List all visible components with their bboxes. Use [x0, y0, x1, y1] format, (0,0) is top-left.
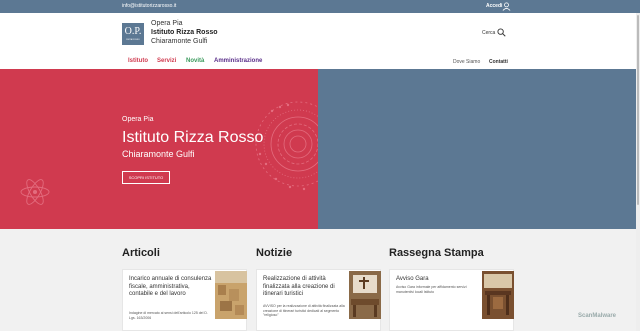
main-nav: Istituto Servizi Novità Amministrazione …: [0, 55, 640, 69]
hero-place: Chiaramonte Gulfi: [122, 149, 195, 159]
brand-line-2[interactable]: Istituto Rizza Rosso: [151, 29, 218, 36]
card-title[interactable]: Realizzazione di attività finalizzata al…: [263, 276, 347, 299]
section-title-articoli[interactable]: Articoli: [122, 247, 160, 259]
hero-image-area: [318, 69, 636, 229]
site-header: O.P. RIZZA ROSSO Opera Pia Istituto Rizz…: [0, 13, 640, 55]
card-title[interactable]: Avviso Gara: [396, 276, 480, 284]
press-card[interactable]: Avviso Gara Avviso Gara informale per af…: [389, 269, 514, 331]
card-text: Avviso Gara informale per affidamento se…: [396, 285, 467, 294]
scrollbar-thumb[interactable]: [637, 15, 639, 205]
nav-item-amministrazione[interactable]: Amministrazione: [214, 58, 262, 64]
section-title-rassegna[interactable]: Rassegna Stampa: [389, 247, 484, 259]
article-card[interactable]: Incarico annuale di consulenza fiscale, …: [122, 269, 247, 331]
email-link[interactable]: info@istitutorizzarosso.it: [122, 3, 176, 9]
card-title[interactable]: Incarico annuale di consulenza fiscale, …: [129, 276, 213, 299]
login-link[interactable]: Accedi: [486, 3, 502, 9]
watermark: ScanMalware: [578, 313, 617, 319]
hero-title: Istituto Rizza Rosso: [122, 129, 264, 146]
content-area: Articoli Notizie Rassegna Stampa Incaric…: [0, 229, 636, 331]
search-icon[interactable]: [497, 28, 506, 37]
section-title-notizie[interactable]: Notizie: [256, 247, 292, 259]
nav-item-contatti[interactable]: Contatti: [489, 59, 508, 65]
news-card[interactable]: Realizzazione di attività finalizzata al…: [256, 269, 381, 331]
brand-line-3: Chiaramonte Gulfi: [151, 38, 208, 45]
logo-text: O.P.: [124, 26, 142, 37]
brand-line-1: Opera Pia: [151, 20, 183, 27]
card-text: AVVISO per la realizzazione di attività …: [263, 304, 345, 317]
nav-item-novita[interactable]: Novità: [186, 58, 204, 64]
discover-button[interactable]: SCOPRI ISTITUTO: [122, 171, 170, 184]
hero-subtitle: Opera Pia: [122, 116, 154, 123]
nav-item-dove-siamo[interactable]: Dove Siamo: [453, 59, 480, 65]
logo-subtext: RIZZA ROSSO: [126, 39, 140, 41]
logo[interactable]: O.P. RIZZA ROSSO: [122, 23, 144, 45]
hero-panel: Opera Pia Istituto Rizza Rosso Chiaramon…: [0, 69, 318, 229]
card-image: [349, 271, 381, 319]
search-label[interactable]: Cerca: [482, 30, 495, 36]
nav-item-istituto[interactable]: Istituto: [128, 58, 148, 64]
card-image: [482, 271, 514, 319]
top-bar: info@istitutorizzarosso.it Accedi: [0, 0, 640, 13]
card-image: [215, 271, 247, 319]
card-text: Indagine di mercato ai sensi dell'artico…: [129, 311, 208, 320]
nav-item-servizi[interactable]: Servizi: [157, 58, 176, 64]
user-icon[interactable]: [502, 2, 511, 11]
scrollbar[interactable]: [636, 13, 640, 331]
